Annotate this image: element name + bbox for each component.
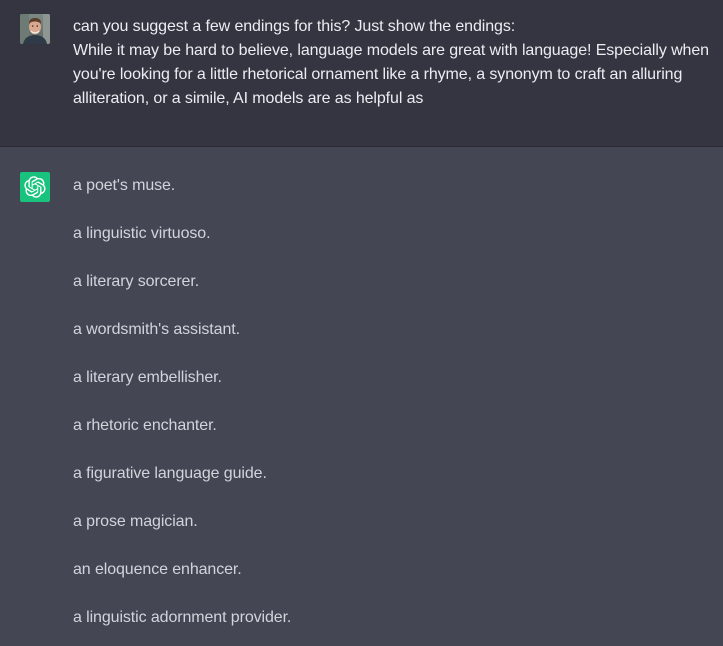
user-avatar: [20, 14, 50, 44]
user-message-line: can you suggest a few endings for this? …: [73, 18, 516, 35]
ending-item: a linguistic virtuoso.: [73, 225, 211, 242]
ending-item: a prose magician.: [73, 513, 198, 530]
ending-item: a poet's muse.: [73, 177, 176, 194]
user-message-line: you're looking for a little rhetorical o…: [73, 66, 683, 83]
user-message-block: can you suggest a few endings for this? …: [0, 0, 723, 147]
assistant-message-block: a poet's muse. a linguistic virtuoso. a …: [0, 147, 723, 646]
openai-logo-icon: [24, 176, 46, 198]
user-message-line: While it may be hard to believe, languag…: [73, 42, 709, 59]
user-message-line: alliteration, or a simile, AI models are…: [73, 90, 424, 107]
ending-item: a rhetoric enchanter.: [73, 417, 217, 434]
ending-item: a linguistic adornment provider.: [73, 609, 292, 626]
ending-item: a figurative language guide.: [73, 465, 267, 482]
assistant-avatar: [20, 172, 50, 202]
ending-item: a literary sorcerer.: [73, 273, 200, 290]
ending-item: an eloquence enhancer.: [73, 561, 242, 578]
user-photo-avatar-icon: [20, 14, 50, 44]
ending-item: a literary embellisher.: [73, 369, 222, 386]
ending-item: a wordsmith's assistant.: [73, 321, 240, 338]
user-message-text: can you suggest a few endings for this? …: [73, 15, 718, 111]
